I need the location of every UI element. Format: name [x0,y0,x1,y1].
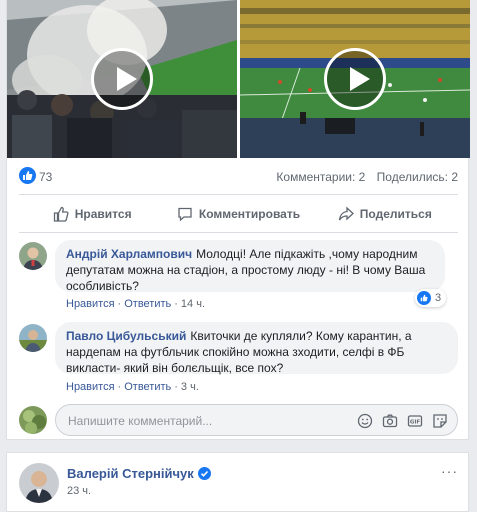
comment-meta: Нравится · Ответить · 14 ч. [66,298,206,310]
comment-bubble: Павло Цибульський Квиточки де купляли? Ко… [55,322,458,375]
comment-reactions[interactable]: 3 [415,289,447,307]
svg-text:GIF: GIF [410,419,421,425]
comment-bubble: Андрій Харлампович Молодці! Але підкажіть… [55,240,445,293]
comment-time[interactable]: 3 ч. [181,381,199,393]
post-stats: 73 Комментарии: 2 Поделились: 2 [7,164,470,190]
next-post-card: Валерій Стернійчук 23 ч. ··· [6,452,469,512]
more-options-icon[interactable]: ··· [441,463,458,479]
post-actions: Нравится Комментировать Поделиться [19,199,458,229]
shares-count[interactable]: Поделились: 2 [377,170,458,184]
likes-count[interactable]: 73 [39,170,52,184]
avatar[interactable] [19,406,47,434]
post-time[interactable]: 23 ч. [67,485,91,497]
comments-count[interactable]: Комментарии: 2 [276,170,365,184]
thumbs-up-icon [53,206,69,222]
comment-composer: Напишите комментарий... GIF [19,404,458,436]
share-button[interactable]: Поделиться [312,199,458,229]
post-card: 73 Комментарии: 2 Поделились: 2 Нравится… [6,0,470,440]
comment-input-placeholder: Напишите комментарий... [68,414,213,428]
comment-meta: Нравится · Ответить · 3 ч. [66,381,199,393]
emoji-icon[interactable] [356,412,374,430]
post-author-name: Валерій Стернійчук [67,466,194,481]
comment-button[interactable]: Комментировать [165,199,311,229]
comment: Павло Цибульський Квиточки де купляли? Ко… [19,322,458,397]
share-button-label: Поделиться [359,207,432,221]
gif-icon[interactable]: GIF [406,412,424,430]
avatar[interactable] [19,324,47,352]
avatar[interactable] [19,242,47,270]
comment: Андрій Харлампович Молодці! Але підкажіть… [19,240,458,315]
comment-like-link[interactable]: Нравится [66,298,115,310]
comment-icon [178,207,192,222]
post-author[interactable]: Валерій Стернійчук [67,466,211,481]
football-pitch-video[interactable] [240,0,470,158]
comment-like-link[interactable]: Нравится [66,381,115,393]
like-reaction-icon [19,167,36,184]
camera-icon[interactable] [381,412,399,430]
play-button[interactable] [91,48,153,110]
sticker-icon[interactable] [431,412,449,430]
like-button[interactable]: Нравится [19,199,165,229]
comment-time[interactable]: 14 ч. [181,298,205,310]
like-reaction-icon [417,291,431,305]
post-media [7,0,470,158]
comment-reply-link[interactable]: Ответить [124,381,171,393]
verified-badge-icon [197,467,211,480]
divider [19,194,458,195]
comment-input[interactable]: Напишите комментарий... GIF [55,404,458,436]
reaction-count: 3 [435,292,442,304]
like-button-label: Нравится [74,207,132,221]
divider [19,232,458,233]
comment-author[interactable]: Андрій Харлампович [66,247,192,261]
play-button[interactable] [324,48,386,110]
comment-reply-link[interactable]: Ответить [124,298,171,310]
stadium-stands-video[interactable] [7,0,237,158]
share-icon [338,206,354,221]
comment-author[interactable]: Павло Цибульський [66,329,186,343]
avatar[interactable] [19,463,59,503]
comment-button-label: Комментировать [198,207,301,221]
